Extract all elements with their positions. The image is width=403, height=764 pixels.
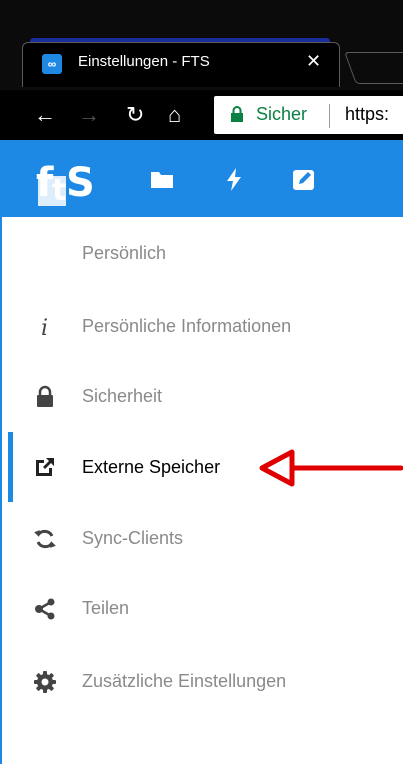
sidebar-item-label: Sicherheit — [82, 386, 163, 406]
bolt-icon[interactable] — [220, 165, 248, 193]
sidebar-item-label: Persönliche Informationen — [82, 316, 292, 336]
sidebar-item-label: Teilen — [82, 598, 130, 618]
url-text[interactable]: https: — [345, 104, 389, 125]
external-link-icon — [36, 458, 54, 476]
sidebar-item-additional-settings[interactable]: Zusätzliche Einstellungen — [0, 653, 403, 713]
sidebar-item-personal-info[interactable]: i Persönliche Informationen — [0, 298, 403, 358]
svg-text:t: t — [52, 173, 66, 206]
svg-text:i: i — [41, 316, 48, 339]
omnibox-divider — [329, 104, 330, 128]
secure-label: Sicher — [256, 104, 308, 124]
sync-icon — [34, 529, 56, 549]
home-icon[interactable]: ⌂ — [168, 100, 181, 130]
lock-icon — [37, 385, 53, 407]
sidebar-item-sync-clients[interactable]: Sync-Clients — [0, 510, 403, 570]
sidebar-item-security[interactable]: Sicherheit — [0, 368, 403, 428]
section-title-personal: Persönlich — [82, 243, 167, 263]
edit-icon[interactable] — [290, 165, 318, 193]
sidebar-item-label: Externe Speicher — [82, 457, 221, 477]
forward-icon[interactable]: → — [78, 100, 100, 130]
tab-title: Einstellungen - FTS — [78, 53, 210, 70]
back-icon[interactable]: ← — [34, 100, 56, 130]
sidebar-item-sharing[interactable]: Teilen — [0, 580, 403, 640]
svg-text:S: S — [66, 160, 95, 206]
sidebar-item-label: Sync-Clients — [82, 528, 184, 548]
info-icon: i — [41, 316, 48, 339]
sidebar-item-label: Zusätzliche Einstellungen — [82, 671, 287, 691]
fts-logo[interactable]: f t S — [34, 154, 104, 206]
share-icon — [35, 598, 55, 620]
annotation-arrow — [259, 449, 403, 487]
tab-close-icon[interactable]: ✕ — [306, 51, 321, 72]
secure-lock-icon — [231, 106, 243, 122]
folder-icon[interactable] — [148, 165, 176, 193]
nextcloud-favicon-icon: ∞ — [42, 54, 62, 74]
gear-icon — [34, 671, 56, 693]
reload-icon[interactable]: ↻ — [126, 100, 144, 130]
